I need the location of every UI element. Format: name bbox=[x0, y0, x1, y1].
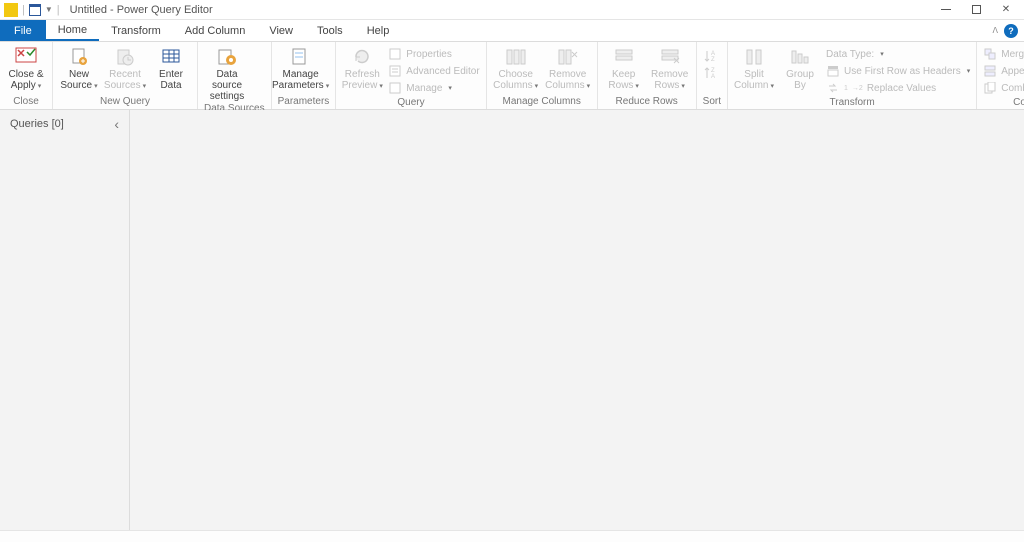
qat-dropdown-icon[interactable]: ▼ bbox=[45, 5, 53, 14]
append-queries-button[interactable]: Append Queries▾ bbox=[983, 63, 1024, 79]
group-transform: Split Column▾ Group By Data Type:▾ Use F… bbox=[728, 42, 977, 109]
manage-button[interactable]: Manage▾ bbox=[388, 80, 479, 96]
group-manage-columns: Choose Columns▾ Remove Columns▾ Manage C… bbox=[487, 42, 598, 109]
keep-rows-button[interactable]: Keep Rows▾ bbox=[604, 44, 644, 92]
group-label: Sort bbox=[703, 95, 721, 109]
recent-sources-icon bbox=[113, 46, 137, 68]
collapse-ribbon-icon[interactable]: ᐱ bbox=[993, 26, 998, 35]
split-icon bbox=[742, 46, 766, 68]
group-reduce-rows: Keep Rows▾ Remove Rows▾ Reduce Rows bbox=[598, 42, 697, 109]
new-source-button[interactable]: New Source▾ bbox=[59, 44, 99, 92]
remove-columns-button[interactable]: Remove Columns▾ bbox=[545, 44, 591, 92]
data-source-settings-button[interactable]: Data source settings bbox=[204, 44, 250, 102]
close-button[interactable] bbox=[1000, 4, 1012, 16]
combine-files-icon bbox=[983, 81, 997, 95]
help-icon[interactable]: ? bbox=[1004, 24, 1018, 38]
separator: | bbox=[22, 4, 25, 16]
ribbon: Close & Apply▾ Close New Source▾ Recent … bbox=[0, 42, 1024, 110]
data-type-button[interactable]: Data Type:▾ bbox=[826, 46, 970, 62]
group-new-query: New Source▾ Recent Sources▾ Enter Data N… bbox=[53, 42, 198, 109]
title-bar: | ▼ | Untitled - Power Query Editor bbox=[0, 0, 1024, 20]
collapse-pane-icon[interactable] bbox=[114, 116, 119, 132]
group-label: New Query bbox=[59, 95, 191, 109]
advanced-editor-button[interactable]: Advanced Editor bbox=[388, 63, 479, 79]
group-label: Close bbox=[6, 95, 46, 109]
settings-icon bbox=[215, 46, 239, 68]
editor-icon bbox=[388, 64, 402, 78]
menu-tools[interactable]: Tools bbox=[305, 20, 355, 41]
close-apply-button[interactable]: Close & Apply▾ bbox=[6, 44, 46, 92]
replace-icon bbox=[826, 81, 840, 95]
status-bar bbox=[0, 530, 1024, 542]
group-label: Transform bbox=[734, 96, 970, 110]
sort-desc-button[interactable]: ZA bbox=[703, 65, 721, 81]
maximize-button[interactable] bbox=[970, 4, 982, 16]
group-by-button[interactable]: Group By bbox=[780, 44, 820, 91]
preview-canvas bbox=[130, 110, 1024, 542]
menu-add-column[interactable]: Add Column bbox=[173, 20, 258, 41]
title-bar-left: | ▼ | Untitled - Power Query Editor bbox=[4, 3, 213, 17]
group-combine: Merge Queries▾ Append Queries▾ Combine F… bbox=[977, 42, 1024, 109]
queries-pane-title: Queries [0] bbox=[10, 118, 64, 130]
split-column-button[interactable]: Split Column▾ bbox=[734, 44, 774, 92]
remove-rows-button[interactable]: Remove Rows▾ bbox=[650, 44, 690, 92]
enter-data-icon bbox=[159, 46, 183, 68]
group-label: Parameters bbox=[278, 95, 330, 109]
first-row-headers-button[interactable]: Use First Row as Headers▾ bbox=[826, 63, 970, 79]
menu-home[interactable]: Home bbox=[46, 20, 99, 41]
combine-files-button[interactable]: Combine Files bbox=[983, 80, 1024, 96]
separator: | bbox=[57, 4, 60, 16]
app-logo-icon bbox=[4, 3, 18, 17]
refresh-icon bbox=[350, 46, 374, 68]
remove-columns-icon bbox=[556, 46, 580, 68]
group-sort: AZ ZA Sort bbox=[697, 42, 728, 109]
menu-transform[interactable]: Transform bbox=[99, 20, 173, 41]
menu-help[interactable]: Help bbox=[355, 20, 402, 41]
group-data-sources: Data source settings Data Sources bbox=[198, 42, 272, 109]
keep-rows-icon bbox=[612, 46, 636, 68]
queries-pane: Queries [0] bbox=[0, 110, 130, 542]
svg-text:Z: Z bbox=[711, 57, 715, 63]
remove-rows-icon bbox=[658, 46, 682, 68]
merge-icon bbox=[983, 47, 997, 61]
save-icon[interactable] bbox=[29, 4, 41, 16]
group-parameters: Manage Parameters▾ Parameters bbox=[272, 42, 337, 109]
append-icon bbox=[983, 64, 997, 78]
svg-text:A: A bbox=[711, 74, 715, 80]
group-query: Refresh Preview▾ Properties Advanced Edi… bbox=[336, 42, 486, 109]
replace-values-button[interactable]: 1→2 Replace Values bbox=[826, 80, 970, 96]
menu-file[interactable]: File bbox=[0, 20, 46, 41]
group-by-icon bbox=[788, 46, 812, 68]
workspace: Queries [0] bbox=[0, 110, 1024, 542]
menu-bar: File Home Transform Add Column View Tool… bbox=[0, 20, 1024, 42]
properties-button[interactable]: Properties bbox=[388, 46, 479, 62]
group-label: Manage Columns bbox=[493, 95, 591, 109]
menu-view[interactable]: View bbox=[257, 20, 305, 41]
manage-parameters-button[interactable]: Manage Parameters▾ bbox=[278, 44, 324, 92]
sort-asc-button[interactable]: AZ bbox=[703, 48, 721, 64]
window-title: Untitled - Power Query Editor bbox=[70, 4, 213, 16]
properties-icon bbox=[388, 47, 402, 61]
merge-queries-button[interactable]: Merge Queries▾ bbox=[983, 46, 1024, 62]
headers-icon bbox=[826, 64, 840, 78]
group-label: Query bbox=[342, 96, 479, 110]
manage-icon bbox=[388, 81, 402, 95]
minimize-button[interactable] bbox=[940, 4, 952, 16]
recent-sources-button[interactable]: Recent Sources▾ bbox=[105, 44, 145, 92]
choose-columns-button[interactable]: Choose Columns▾ bbox=[493, 44, 539, 92]
new-source-icon bbox=[67, 46, 91, 68]
window-controls bbox=[940, 4, 1020, 16]
close-apply-icon bbox=[14, 46, 38, 68]
group-close: Close & Apply▾ Close bbox=[0, 42, 53, 109]
choose-columns-icon bbox=[504, 46, 528, 68]
label: Close & Apply▾ bbox=[6, 69, 46, 92]
enter-data-button[interactable]: Enter Data bbox=[151, 44, 191, 91]
refresh-preview-button[interactable]: Refresh Preview▾ bbox=[342, 44, 382, 92]
group-label: Reduce Rows bbox=[604, 95, 690, 109]
group-label: Combine bbox=[983, 96, 1024, 110]
parameters-icon bbox=[289, 46, 313, 68]
